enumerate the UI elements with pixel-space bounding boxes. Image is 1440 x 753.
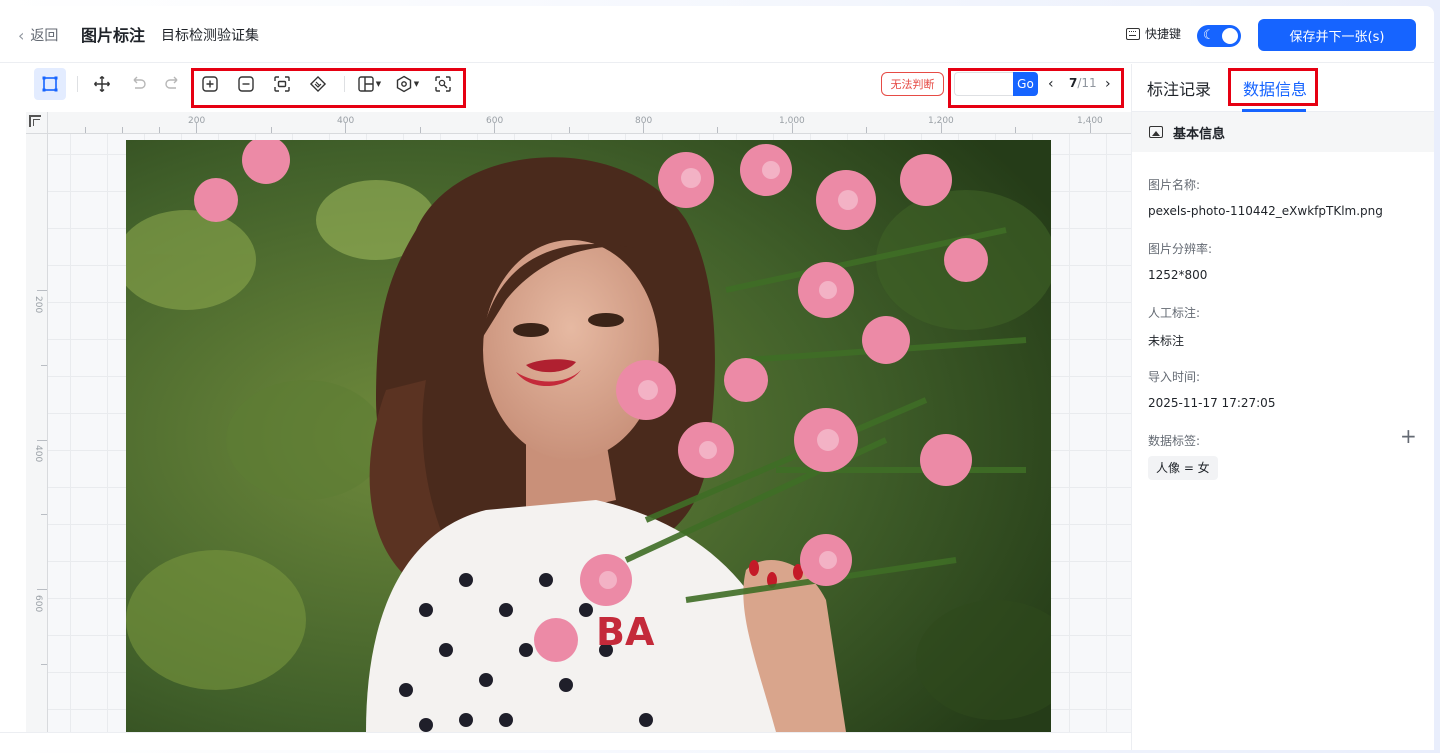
toolbar: ▼ ▼ 无法判断 Go ‹ 7/11 › <box>0 64 1131 112</box>
ruler-tick <box>866 127 867 133</box>
back-label: 返回 <box>30 28 59 44</box>
fit-screen-button[interactable] <box>266 68 298 100</box>
data-tags-label: 数据标签: <box>1148 434 1201 448</box>
fit-screen-icon <box>274 76 290 92</box>
zoom-in-button[interactable] <box>194 68 226 100</box>
ruler-label: 1,400 <box>1077 116 1103 126</box>
ruler-label: 400 <box>337 116 355 126</box>
theme-toggle[interactable]: ☾ <box>1197 25 1241 47</box>
canvas-footer <box>0 732 1131 750</box>
tab-annotation-record[interactable]: 标注记录 <box>1147 76 1211 100</box>
resolution-value: 1252*800 <box>1148 268 1208 282</box>
undo-button[interactable] <box>122 68 154 100</box>
section-title: 基本信息 <box>1173 126 1226 142</box>
ruler-tick <box>569 127 570 133</box>
caret-down-icon: ▼ <box>413 80 420 88</box>
zoom-in-icon <box>202 76 218 92</box>
rectangle-select-icon <box>42 76 58 92</box>
ruler-label: 1,000 <box>779 116 805 126</box>
chevron-left-icon: ‹ <box>18 25 25 45</box>
annotation-image[interactable]: BA <box>126 140 1051 732</box>
image-icon <box>1149 126 1163 138</box>
next-page-button[interactable]: › <box>1105 74 1111 94</box>
ruler-tick <box>41 664 47 665</box>
move-icon <box>94 76 110 92</box>
rect-tool-button[interactable] <box>34 68 66 100</box>
ruler-label: 800 <box>635 116 653 126</box>
moon-icon: ☾ <box>1203 28 1215 43</box>
scan-detect-icon <box>435 76 451 92</box>
annotation-canvas[interactable]: 200 400 600 800 1,000 1,200 1,400 200 40… <box>26 112 1131 732</box>
shortcut-label: 快捷键 <box>1145 27 1182 41</box>
layout-dropdown[interactable]: ▼ <box>354 68 384 100</box>
smart-detect-button[interactable] <box>427 68 459 100</box>
ruler-tick <box>122 127 123 133</box>
cannot-judge-button[interactable]: 无法判断 <box>881 72 944 96</box>
undo-icon <box>133 76 146 89</box>
keyboard-icon <box>1126 27 1140 40</box>
page-jump-input[interactable] <box>954 72 1014 96</box>
caret-down-icon: ▼ <box>375 80 382 88</box>
ruler-tick <box>37 440 47 441</box>
ruler-tick <box>37 290 47 291</box>
header: ‹ 返回 图片标注 目标检测验证集 快捷键 ☾ 保存并下一张(s) <box>0 6 1434 63</box>
svg-text:BA: BA <box>596 610 655 654</box>
ruler-tick <box>41 514 47 515</box>
shortcut-button[interactable]: 快捷键 <box>1126 25 1181 42</box>
view-dropdown[interactable]: ▼ <box>392 68 422 100</box>
go-button[interactable]: Go <box>1013 72 1038 96</box>
toggle-knob <box>1222 28 1238 44</box>
ruler-label: 1,200 <box>928 116 954 126</box>
save-next-button[interactable]: 保存并下一张(s) <box>1258 19 1416 51</box>
page-indicator: 7/11 <box>1069 76 1097 90</box>
ruler-tick <box>420 127 421 133</box>
basic-info-header: 基本信息 <box>1132 112 1434 152</box>
image-name-label: 图片名称: <box>1148 178 1201 192</box>
ruler-label: 200 <box>188 116 206 126</box>
ruler-left: 200 400 600 <box>26 112 48 732</box>
image-name-value: pexels-photo-110442_eXwkfpTKlm.png <box>1148 204 1383 218</box>
ruler-label: 600 <box>33 595 43 613</box>
resolution-label: 图片分辨率: <box>1148 242 1213 256</box>
zoom-out-button[interactable] <box>230 68 262 100</box>
app-window: ‹ 返回 图片标注 目标检测验证集 快捷键 ☾ 保存并下一张(s) ▼ ▼ 无法… <box>0 6 1434 750</box>
ruler-top: 200 400 600 800 1,000 1,200 1,400 <box>26 112 1131 134</box>
move-tool-button[interactable] <box>86 68 118 100</box>
redo-icon <box>165 76 178 89</box>
panel-tabs: 标注记录 数据信息 <box>1132 64 1434 112</box>
zoom-out-icon <box>238 76 254 92</box>
import-time-value: 2025-11-17 17:27:05 <box>1148 396 1276 410</box>
ruler-label: 400 <box>33 445 43 463</box>
back-button[interactable]: ‹ 返回 <box>18 23 58 47</box>
ruler-tick <box>271 127 272 133</box>
dataset-name: 目标检测验证集 <box>161 28 259 44</box>
ruler-corner-icon[interactable] <box>26 112 48 134</box>
portrait-photo: BA <box>126 140 1051 732</box>
rotate-button[interactable] <box>302 68 334 100</box>
ruler-tick <box>37 589 47 590</box>
ruler-tick <box>717 127 718 133</box>
ruler-label: 200 <box>33 296 43 314</box>
rotate-icon <box>309 75 327 93</box>
layout-icon <box>358 76 374 92</box>
add-tag-icon[interactable]: + <box>1400 426 1417 446</box>
manual-annotation-label: 人工标注: <box>1148 306 1201 320</box>
redo-button[interactable] <box>157 68 189 100</box>
toolbar-divider <box>77 76 78 92</box>
data-tag[interactable]: 人像 = 女 <box>1148 456 1218 480</box>
right-panel: 标注记录 数据信息 基本信息 图片名称: pexels-photo-110442… <box>1131 64 1434 750</box>
ruler-label: 600 <box>486 116 504 126</box>
eye-hex-icon <box>396 75 411 93</box>
page-total: 11 <box>1081 76 1097 90</box>
page-title: 图片标注 <box>81 26 146 45</box>
ruler-tick <box>85 127 86 133</box>
ruler-tick <box>159 127 160 133</box>
prev-page-button[interactable]: ‹ <box>1048 74 1054 94</box>
ruler-tick <box>1015 127 1016 133</box>
toolbar-divider <box>344 76 345 92</box>
ruler-tick <box>41 365 47 366</box>
import-time-label: 导入时间: <box>1148 370 1201 384</box>
tab-data-info[interactable]: 数据信息 <box>1243 76 1307 100</box>
manual-annotation-value: 未标注 <box>1148 334 1185 348</box>
